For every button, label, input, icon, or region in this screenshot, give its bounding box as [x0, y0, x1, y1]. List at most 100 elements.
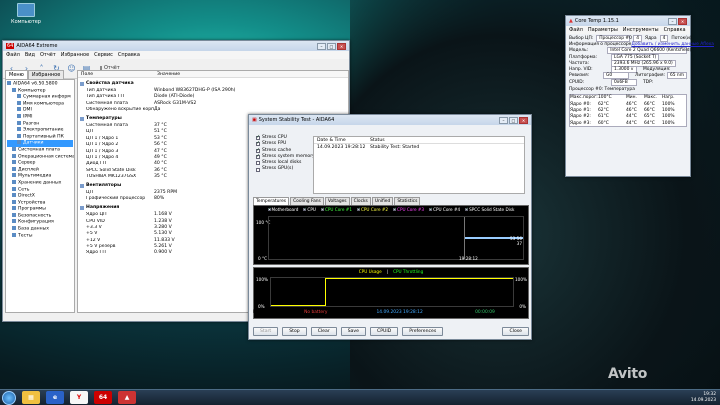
aida64-taskbar-icon[interactable]: 64	[94, 391, 112, 404]
close-button[interactable]: ✕	[337, 42, 346, 50]
maximize-button[interactable]: □	[509, 116, 518, 124]
info-link[interactable]: Добавить / изменить данные Aflexa	[631, 42, 714, 47]
system-clock[interactable]: 19:32 14.09.2023	[691, 392, 716, 403]
user-icon[interactable]: ☺	[66, 63, 77, 74]
minimize-button[interactable]: –	[668, 17, 677, 25]
tree-item[interactable]: Разгон	[7, 120, 73, 128]
legend-item[interactable]: CPU	[303, 206, 316, 212]
menu-view[interactable]: Вид	[25, 52, 35, 58]
legend-checkbox[interactable]	[320, 206, 325, 212]
tree-item[interactable]: DirectX	[7, 193, 73, 200]
stress-checkbox[interactable]	[256, 167, 260, 172]
legend-checkbox[interactable]	[465, 206, 469, 212]
ct-menu-file[interactable]: Файл	[569, 27, 583, 33]
coretemp-taskbar-icon[interactable]: ▲	[118, 391, 136, 404]
legend-checkbox[interactable]	[393, 206, 397, 212]
stress-checkbox[interactable]	[256, 161, 260, 166]
tree-item[interactable]: DMI	[7, 107, 73, 114]
tree-item[interactable]: Программы	[7, 206, 73, 213]
tree-item[interactable]: Компьютер	[7, 87, 73, 95]
legend-item[interactable]: CPU Core #1	[320, 206, 352, 212]
minimize-button[interactable]: –	[317, 42, 326, 50]
stability-test-window[interactable]: ▣ System Stability Test - AIDA64 –□✕ Str…	[248, 114, 532, 340]
tree-node-icon	[12, 212, 16, 217]
menu-report[interactable]: Отчёт	[40, 52, 56, 58]
legend-item[interactable]: Motherboard	[267, 206, 298, 212]
desktop-icon-computer[interactable]: Компьютер	[6, 3, 46, 25]
sensor-row[interactable]: Обнаружено вскрытие корп... Да	[78, 107, 348, 113]
ct-menu-tools[interactable]: Инструменты	[623, 27, 659, 33]
menu-favorites[interactable]: Избранное	[61, 52, 89, 58]
legend-item[interactable]: CPU Core #2	[356, 206, 388, 212]
tree-item[interactable]: Конфигурация	[7, 219, 73, 226]
tree-item[interactable]: Датчики	[7, 140, 73, 147]
stability-titlebar[interactable]: ▣ System Stability Test - AIDA64 – □ ✕	[249, 115, 531, 125]
sensor-field: ЦП 1 / Ядро 2	[86, 142, 119, 148]
tree-item[interactable]: База данных	[7, 226, 73, 233]
tree-item[interactable]: Суммарная информ	[7, 94, 73, 101]
maximize-button[interactable]: □	[327, 42, 336, 50]
tree-item[interactable]: AIDA64 v6.50.5800	[7, 81, 73, 88]
close-dialog-button[interactable]: Close	[502, 327, 529, 336]
minimize-button[interactable]: –	[499, 116, 508, 124]
aida64-titlebar[interactable]: 64 AIDA64 Extreme – □ ✕	[3, 41, 349, 51]
close-button[interactable]: ✕	[678, 17, 687, 25]
tree-item[interactable]: Электропитание	[7, 127, 73, 134]
sensor-field: Системная плата	[86, 100, 128, 106]
explorer-icon[interactable]: ▦	[22, 391, 40, 404]
tree-item-label: Разгон	[23, 121, 40, 127]
navigation-tree[interactable]: AIDA64 v6.50.5800 Компьютер Суммарная инфо…	[5, 79, 75, 313]
legend-checkbox[interactable]	[429, 206, 433, 212]
elapsed-label: Elapsed Time:	[435, 310, 469, 315]
close-button[interactable]: ✕	[519, 116, 528, 124]
coretemp-titlebar[interactable]: ▲ Core Temp 1.15.1 – ✕	[566, 16, 690, 26]
coretemp-window[interactable]: ▲ Core Temp 1.15.1 – ✕ Файл Параметры Инс…	[565, 15, 714, 177]
menu-file[interactable]: Файл	[6, 52, 20, 58]
cpu-info-key: Ревизия:	[569, 73, 590, 79]
legend-item[interactable]: SPCC Solid State Disk	[465, 206, 514, 212]
tree-item[interactable]: Имя компьютера	[7, 100, 73, 108]
column-field[interactable]: Поле	[78, 72, 154, 77]
legend-checkbox[interactable]	[267, 206, 272, 212]
core-temp-max: 65°C	[644, 114, 655, 120]
max-header: Макс.	[644, 95, 657, 101]
tree-item[interactable]: Безопасность	[7, 212, 73, 220]
tree-item[interactable]: Сервер	[7, 160, 73, 167]
cpu-select[interactable]: Процессор #0	[596, 34, 632, 42]
yandex-icon[interactable]: Y	[70, 391, 88, 404]
clear-button[interactable]: Clear	[310, 327, 337, 336]
cpuid-button[interactable]: CPUID	[369, 327, 399, 336]
menu-help[interactable]: Справка	[118, 52, 140, 58]
core-temp-v: 60°C	[598, 120, 609, 126]
tree-item[interactable]: Дисплей	[7, 166, 73, 174]
column-value[interactable]: Значение	[154, 72, 180, 77]
tree-item[interactable]: Портативный ПК	[7, 133, 73, 141]
tree-item[interactable]: IPMI	[7, 113, 73, 121]
ie-icon[interactable]: e	[46, 391, 64, 404]
tree-item[interactable]: Мультимедиа	[7, 173, 73, 180]
legend-item[interactable]: CPU Core #4	[429, 206, 460, 212]
event-row[interactable]: 14.09.2023 19:28:12 Stability Test: Start…	[314, 144, 524, 151]
legend-checkbox[interactable]	[356, 206, 361, 212]
menu-tools[interactable]: Сервис	[94, 52, 113, 58]
core-temp-load: 100%	[662, 114, 675, 120]
stop-button[interactable]: Stop	[282, 327, 307, 336]
tree-item[interactable]: Сеть	[7, 186, 73, 194]
ct-menu-help[interactable]: Справка	[664, 27, 686, 33]
tree-item[interactable]: Системная плата	[7, 146, 73, 154]
stress-checkbox[interactable]	[256, 153, 260, 159]
group-icon	[80, 183, 84, 188]
save-button[interactable]: Save	[340, 327, 366, 336]
tree-item[interactable]: Тесты	[7, 232, 73, 240]
aida64-menubar: Файл Вид Отчёт Избранное Сервис Справка	[3, 51, 349, 59]
legend-item[interactable]: CPU Core #3	[393, 206, 424, 212]
preferences-button[interactable]: Preferences	[402, 327, 444, 336]
tree-item[interactable]: Устройства	[7, 199, 73, 207]
legend-checkbox[interactable]	[303, 206, 308, 212]
start-button[interactable]: Start	[253, 327, 279, 336]
tree-item[interactable]: Операционная система	[7, 153, 74, 161]
stress-option[interactable]: Stress GPU(s)	[256, 166, 315, 172]
start-button[interactable]	[2, 390, 16, 405]
ct-menu-options[interactable]: Параметры	[588, 27, 618, 33]
tree-item[interactable]: Хранение данных	[7, 179, 73, 187]
